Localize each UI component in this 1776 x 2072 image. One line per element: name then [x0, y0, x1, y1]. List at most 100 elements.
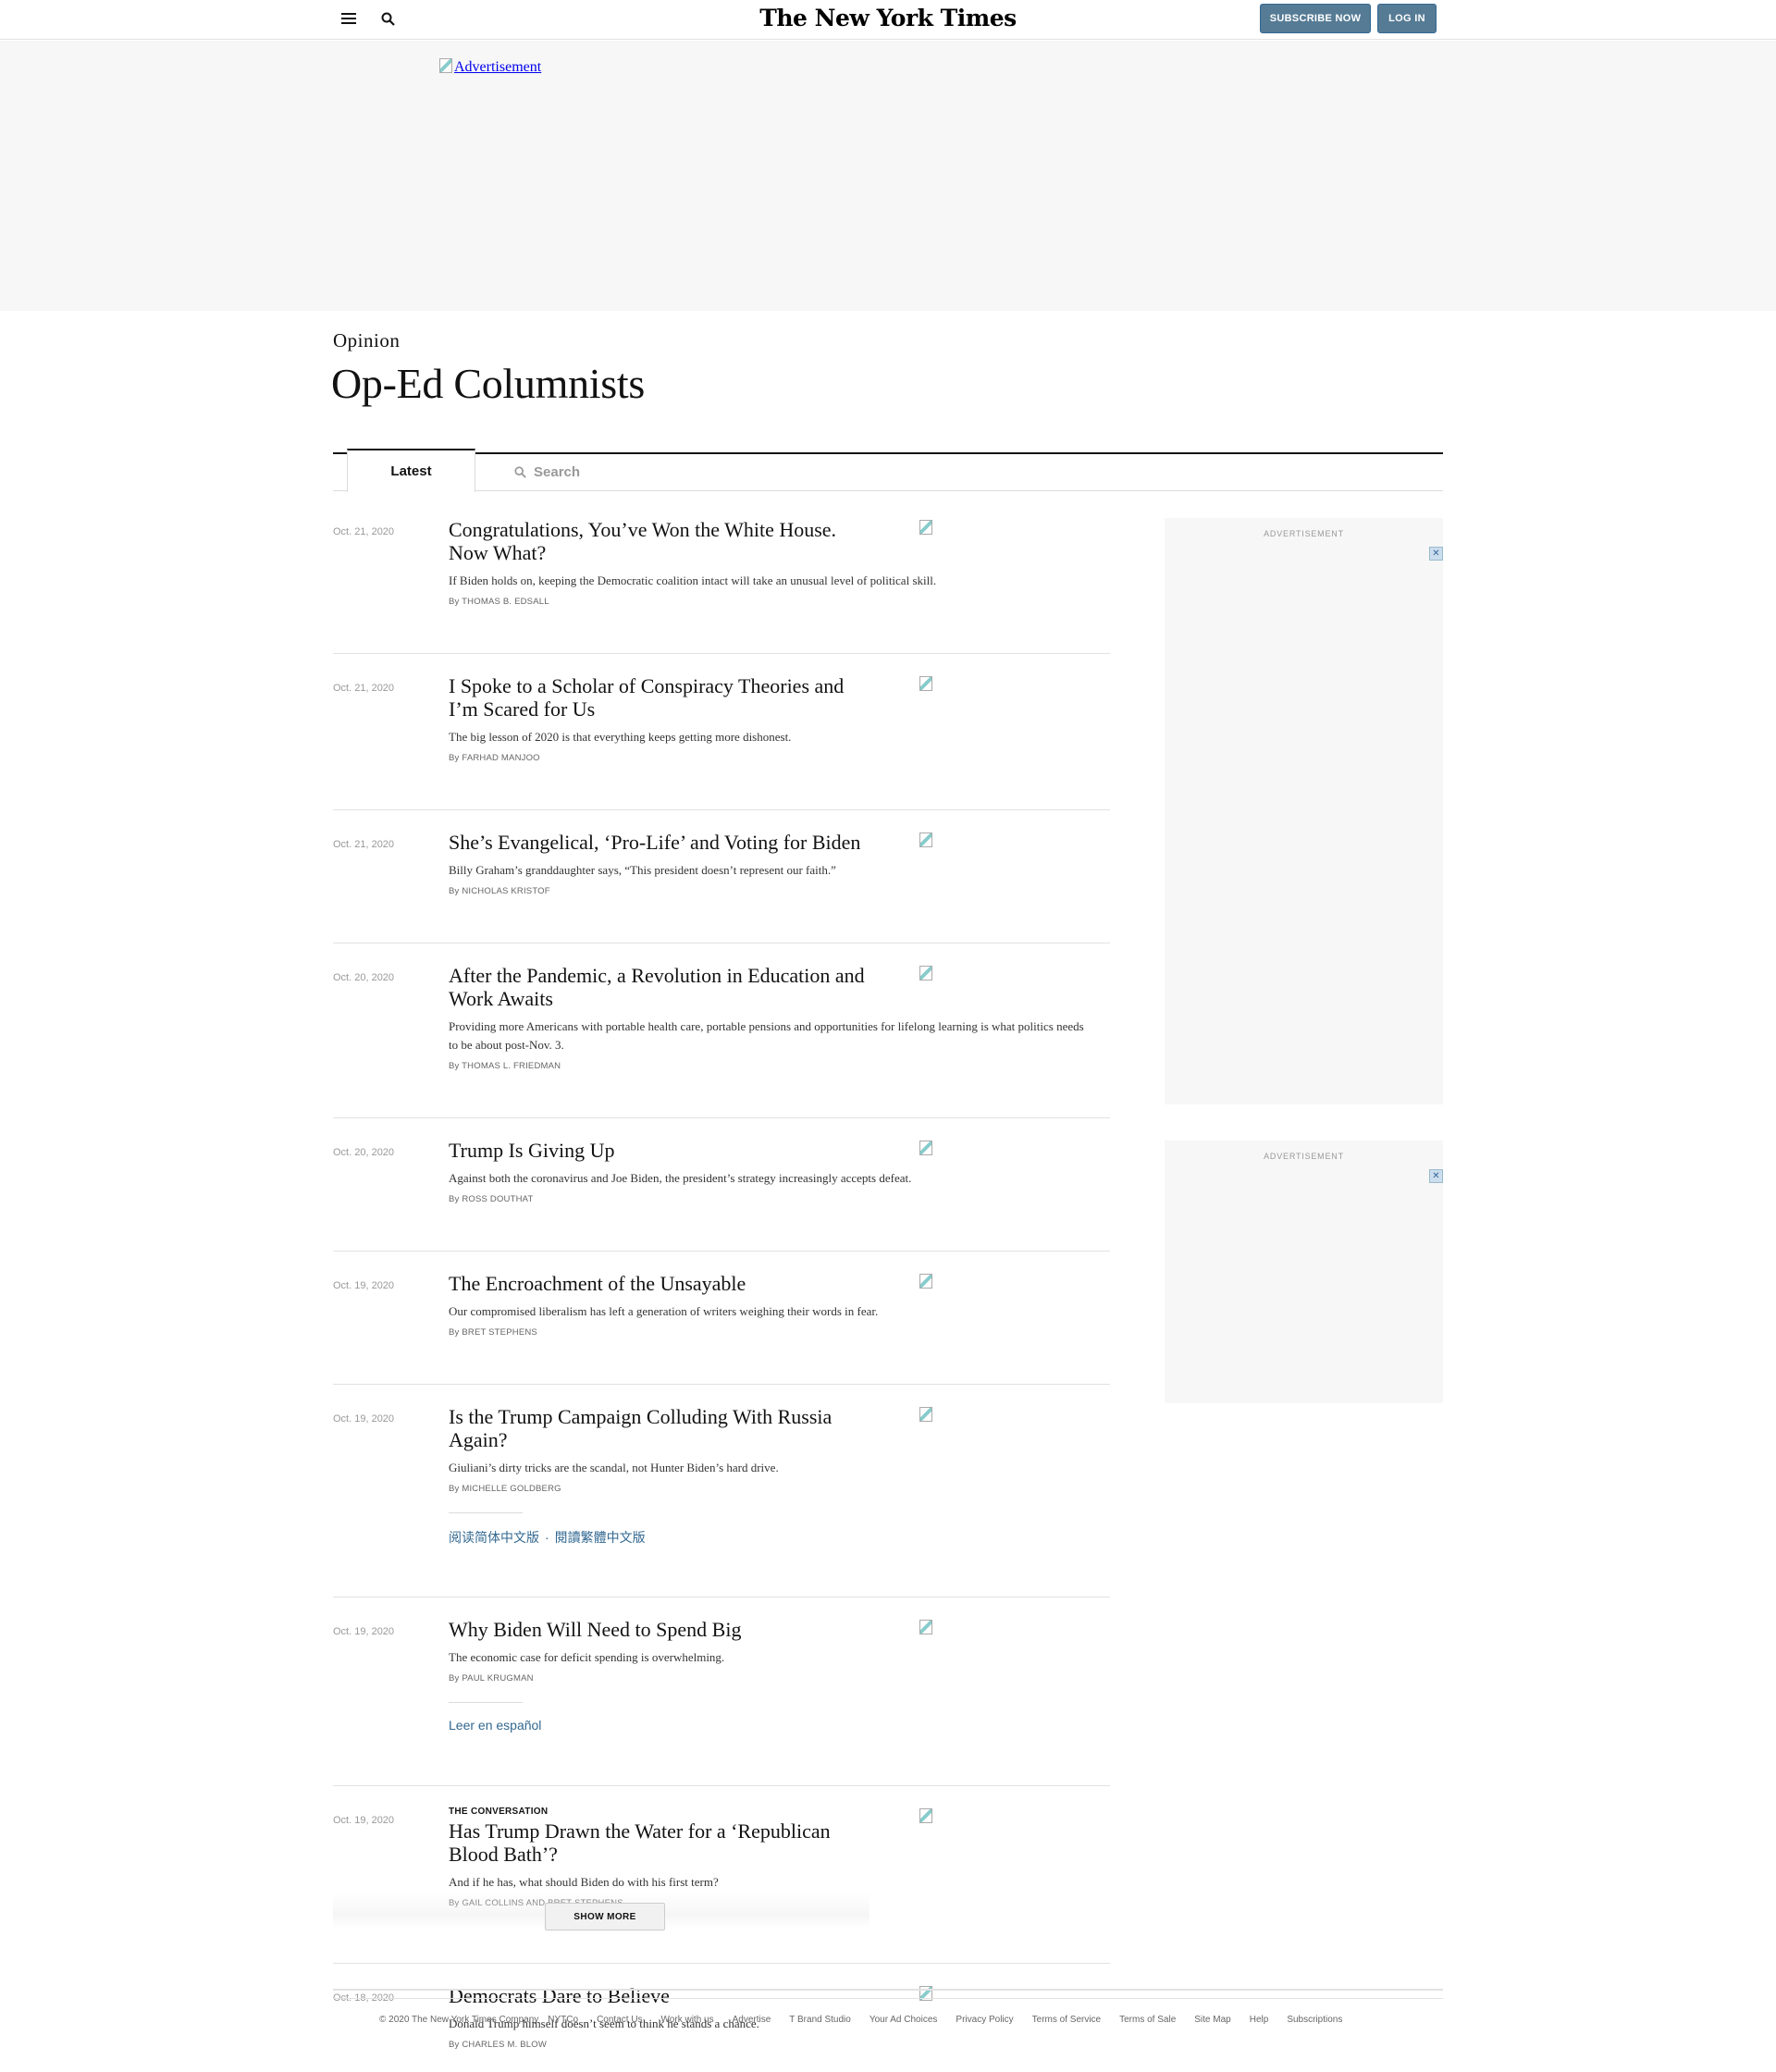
article-thumbnail-image[interactable] [919, 1141, 934, 1155]
article-thumbnail-image[interactable] [919, 832, 934, 847]
byline-author[interactable]: NICHOLAS KRISTOF [462, 886, 549, 896]
article-item[interactable]: Oct. 20, 2020 After the Pandemic, a Revol… [333, 964, 1110, 1118]
byline-prefix: By [449, 2040, 460, 2050]
article-thumbnail-image[interactable] [919, 1274, 934, 1289]
article-body: Why Biden Will Need to Spend Big The econ… [449, 1618, 1096, 1733]
article-date: Oct. 19, 2020 [333, 1280, 395, 1291]
article-item[interactable]: Oct. 19, 2020 Why Biden Will Need to Spen… [333, 1618, 1110, 1786]
article-summary: Against both the coronavirus and Joe Bid… [449, 1171, 912, 1185]
article-byline: By PAUL KRUGMAN [449, 1673, 1096, 1684]
ad-close-icon[interactable]: ✕ [1429, 1169, 1443, 1183]
sidebar-ad-1[interactable]: ADVERTISEMENT ✕ [1165, 518, 1443, 1104]
article-headline[interactable]: Congratulations, You’ve Won the White Ho… [449, 518, 874, 564]
top-ad-banner: Advertisement [0, 41, 1776, 311]
byline-prefix: By [449, 886, 460, 896]
footer-link[interactable]: Your Ad Choices [870, 2015, 938, 2025]
article-item[interactable]: Oct. 20, 2020 Trump Is Giving Up Against b… [333, 1139, 1110, 1252]
footer-rule [333, 1998, 1443, 1999]
tab-latest[interactable]: Latest [347, 449, 475, 492]
broken-image-icon [919, 966, 932, 980]
broken-image-icon [919, 1274, 932, 1289]
article-item[interactable]: Oct. 19, 2020 Is the Trump Campaign Collu… [333, 1405, 1110, 1597]
subscribe-button[interactable]: SUBSCRIBE NOW [1260, 4, 1371, 33]
show-more-button[interactable]: SHOW MORE [545, 1903, 665, 1930]
article-date: Oct. 19, 2020 [333, 1413, 395, 1424]
byline-prefix: By [449, 1327, 460, 1338]
article-item[interactable]: Oct. 19, 2020 The Encroachment of the Uns… [333, 1272, 1110, 1385]
search-icon [514, 465, 526, 478]
article-summary: Giuliani’s dirty tricks are the scandal,… [449, 1461, 779, 1474]
article-headline[interactable]: Has Trump Drawn the Water for a ‘Republi… [449, 1819, 874, 1866]
article-date: Oct. 20, 2020 [333, 972, 395, 983]
sidebar-ad-2[interactable]: ADVERTISEMENT ✕ [1165, 1141, 1443, 1403]
footer-link[interactable]: Terms of Sale [1119, 2015, 1176, 2025]
article-headline[interactable]: Democrats Dare to Believe [449, 1984, 874, 2007]
article-byline: By BRET STEPHENS [449, 1327, 1096, 1338]
article-byline: By FARHAD MANJOO [449, 753, 1096, 763]
article-headline[interactable]: I Spoke to a Scholar of Conspiracy Theor… [449, 674, 874, 721]
article-byline: By THOMAS B. EDSALL [449, 597, 1096, 607]
logo-text[interactable]: The New York Times [759, 5, 1017, 31]
footer-link[interactable]: Subscriptions [1287, 2015, 1342, 2025]
translation-links: Leer en español [449, 1718, 1096, 1733]
article-headline[interactable]: After the Pandemic, a Revolution in Educ… [449, 964, 874, 1010]
article-thumbnail-image[interactable] [919, 1620, 934, 1634]
byline-prefix: By [449, 1194, 460, 1204]
article-summary: The economic case for deficit spending i… [449, 1650, 725, 1664]
translation-link[interactable]: 阅读简体中文版 [449, 1530, 539, 1545]
byline-author[interactable]: MICHELLE GOLDBERG [462, 1484, 561, 1494]
article-kicker: THE CONVERSATION [449, 1807, 549, 1817]
article-date: Oct. 20, 2020 [333, 1147, 395, 1158]
section-kicker[interactable]: Opinion [333, 329, 400, 352]
article-headline[interactable]: The Encroachment of the Unsayable [449, 1272, 874, 1295]
search-tab[interactable] [514, 460, 977, 484]
article-item[interactable]: Oct. 21, 2020 I Spoke to a Scholar of Con… [333, 674, 1110, 810]
article-byline: By CHARLES M. BLOW [449, 2040, 1096, 2050]
ad-label: ADVERTISEMENT [1264, 529, 1344, 538]
article-thumbnail-image[interactable] [919, 1407, 934, 1422]
byline-author[interactable]: PAUL KRUGMAN [462, 1673, 533, 1684]
article-headline[interactable]: Is the Trump Campaign Colluding With Rus… [449, 1405, 874, 1451]
article-thumbnail-image[interactable] [919, 520, 934, 535]
footer-link[interactable]: Advertise [733, 2015, 771, 2025]
nyt-logo: The New York Times [0, 5, 1776, 31]
article-item[interactable]: Oct. 21, 2020 Congratulations, You’ve Won… [333, 518, 1110, 654]
byline-author[interactable]: ROSS DOUTHAT [462, 1194, 533, 1204]
footer-link[interactable]: Privacy Policy [956, 2015, 1013, 2025]
footer-link[interactable]: T Brand Studio [789, 2015, 851, 2025]
footer-link[interactable]: Help [1250, 2015, 1269, 2025]
article-body: She’s Evangelical, ‘Pro-Life’ and Voting… [449, 831, 1096, 896]
byline-author[interactable]: FARHAD MANJOO [462, 753, 539, 763]
article-headline[interactable]: Why Biden Will Need to Spend Big [449, 1618, 874, 1641]
translation-link[interactable]: Leer en español [449, 1718, 541, 1733]
search-input[interactable] [534, 463, 959, 480]
article-item[interactable]: Oct. 19, 2020 THE CONVERSATION Has Trump D… [333, 1807, 1110, 1964]
translation-link[interactable]: 閱讀繁體中文版 [555, 1530, 646, 1545]
byline-author[interactable]: BRET STEPHENS [462, 1327, 537, 1338]
byline-author[interactable]: CHARLES M. BLOW [462, 2040, 547, 2050]
byline-author[interactable]: THOMAS B. EDSALL [462, 597, 549, 607]
article-item[interactable]: Oct. 21, 2020 She’s Evangelical, ‘Pro-Lif… [333, 831, 1110, 944]
translation-links: 阅读简体中文版 · 閱讀繁體中文版 [449, 1528, 1096, 1547]
article-body: Is the Trump Campaign Colluding With Rus… [449, 1405, 1096, 1547]
footer-link[interactable]: Contact Us [597, 2015, 642, 2025]
article-headline[interactable]: Trump Is Giving Up [449, 1139, 874, 1162]
broken-image-icon [439, 58, 452, 73]
login-button[interactable]: LOG IN [1377, 4, 1437, 33]
footer-link[interactable]: Work with us [661, 2015, 714, 2025]
separator-dot: · [545, 1530, 549, 1545]
article-thumbnail-image[interactable] [919, 1808, 934, 1823]
ad-close-icon[interactable]: ✕ [1429, 547, 1443, 561]
advertisement-link[interactable]: Advertisement [439, 58, 541, 76]
article-headline[interactable]: She’s Evangelical, ‘Pro-Life’ and Voting… [449, 831, 874, 854]
article-thumbnail-image[interactable] [919, 966, 934, 980]
broken-image-icon [919, 676, 932, 691]
article-thumbnail-image[interactable] [919, 676, 934, 691]
byline-author[interactable]: THOMAS L. FRIEDMAN [462, 1061, 561, 1071]
article-date: Oct. 21, 2020 [333, 839, 395, 850]
footer-link[interactable]: Terms of Service [1032, 2015, 1101, 2025]
article-body: I Spoke to a Scholar of Conspiracy Theor… [449, 674, 1096, 763]
footer-link[interactable]: NYTCo [548, 2015, 578, 2025]
footer-link[interactable]: Site Map [1194, 2015, 1230, 2025]
article-body: The Encroachment of the Unsayable Our com… [449, 1272, 1096, 1338]
